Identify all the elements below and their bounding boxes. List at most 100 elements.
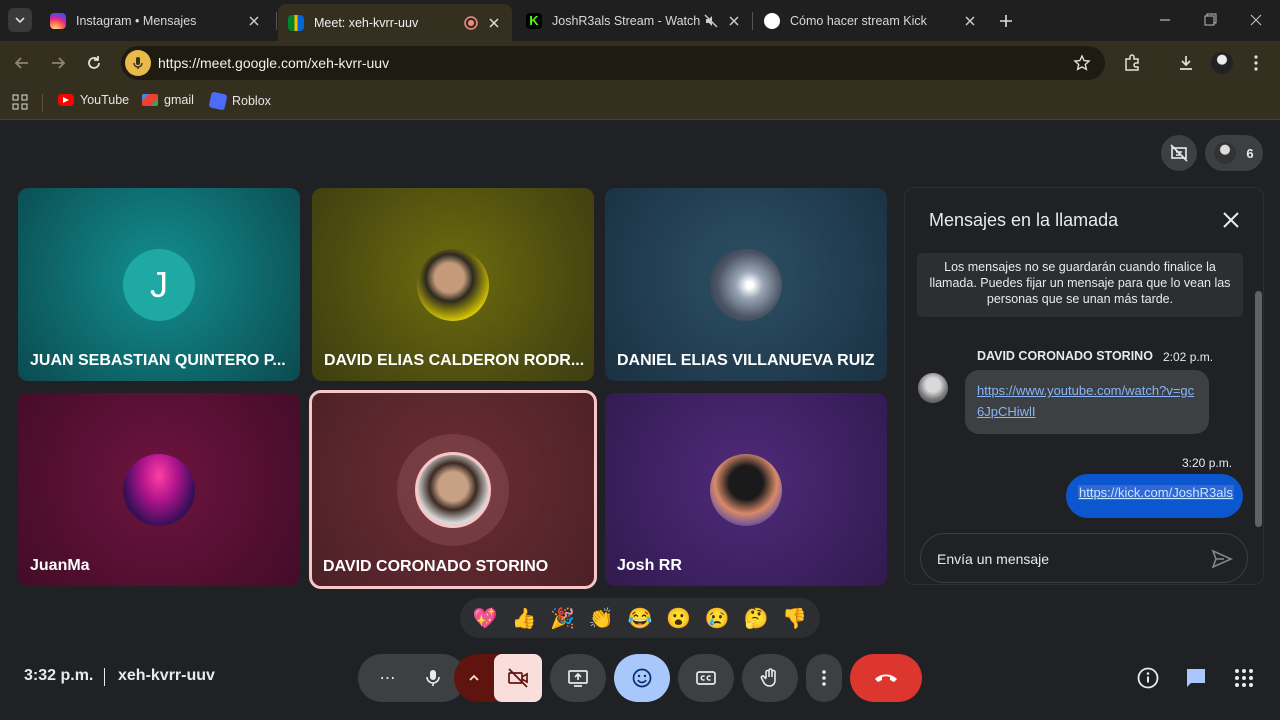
reaction-sad[interactable]: 😢 (702, 606, 732, 631)
minimize-icon[interactable] (1155, 10, 1175, 30)
tab-search-button[interactable] (8, 8, 32, 32)
more-options-button[interactable] (806, 654, 842, 702)
raise-hand-button[interactable] (742, 654, 798, 702)
avatar (710, 249, 782, 321)
restore-icon[interactable] (1200, 10, 1220, 30)
present-screen-button[interactable] (550, 654, 606, 702)
tab-meet[interactable]: Meet: xeh-kvrr-uuv (278, 4, 512, 41)
reaction-clap[interactable]: 👏 (586, 606, 616, 631)
tab-label: JoshR3als Stream - Watch L (552, 13, 700, 28)
profile-button[interactable] (1210, 51, 1234, 75)
camera-toggle-button[interactable] (494, 654, 542, 702)
close-icon[interactable] (962, 13, 978, 29)
participant-name: DAVID ELIAS CALDERON RODR... (324, 352, 585, 369)
reaction-surprised[interactable]: 😮 (664, 606, 694, 631)
reaction-thumbs-down[interactable]: 👎 (780, 606, 810, 631)
tab-kick-stream[interactable]: K JoshR3als Stream - Watch L (516, 4, 752, 37)
muted-speaker-icon[interactable] (704, 14, 718, 28)
bookmark-roblox[interactable]: Roblox (208, 91, 271, 111)
apps-grid-icon[interactable] (12, 94, 28, 110)
participant-tile[interactable]: JuanMa (18, 393, 300, 586)
reload-button[interactable] (82, 51, 106, 75)
downloads-button[interactable] (1174, 51, 1198, 75)
captions-button[interactable] (678, 654, 734, 702)
reaction-thumbs-up[interactable]: 👍 (509, 606, 539, 631)
bookmark-star-icon[interactable] (1073, 54, 1091, 72)
chat-icon[interactable] (1184, 666, 1208, 690)
send-icon[interactable] (1211, 548, 1233, 570)
bookmarks-bar: YouTube gmail Roblox (0, 86, 1280, 120)
camera-settings-button[interactable] (454, 672, 494, 684)
reaction-party[interactable]: 🎉 (548, 606, 578, 631)
participant-tile-active-speaker[interactable]: DAVID CORONADO STORINO (309, 390, 597, 589)
chat-notice: Los mensajes no se guardarán cuando fina… (917, 253, 1243, 317)
participant-tile[interactable]: Josh RR (605, 393, 887, 586)
avatar (417, 249, 489, 321)
instagram-icon (50, 12, 66, 29)
message-link[interactable]: https://kick.com/JoshR3als (1078, 485, 1234, 500)
message-sender: DAVID CORONADO STORINO (977, 349, 1153, 363)
bookmark-youtube[interactable]: YouTube (58, 93, 129, 107)
chevron-up-icon (469, 674, 479, 681)
kick-icon: K (526, 12, 542, 29)
roblox-icon (208, 91, 228, 111)
leave-call-button[interactable] (850, 654, 922, 702)
meeting-details-icon[interactable] (1136, 666, 1160, 690)
chat-scrollbar[interactable] (1255, 291, 1262, 527)
microphone-icon (426, 670, 440, 686)
extensions-button[interactable] (1120, 51, 1144, 75)
microphone-icon (133, 57, 143, 69)
chevron-down-icon (15, 17, 25, 24)
browser-menu-button[interactable] (1244, 51, 1268, 75)
avatar (415, 452, 491, 528)
close-icon[interactable] (726, 13, 742, 29)
closed-captions-icon (696, 671, 716, 685)
chat-message-input[interactable] (937, 548, 1197, 570)
recording-icon (464, 15, 478, 30)
reaction-heart[interactable]: 💖 (470, 606, 500, 631)
url-text: https://meet.google.com/xeh-kvrr-uuv (158, 55, 390, 71)
bookmark-label: Roblox (232, 94, 271, 108)
message-time: 3:20 p.m. (1182, 456, 1233, 470)
browser-tabstrip: Instagram • Mensajes Meet: xeh-kvrr-uuv … (0, 0, 1280, 41)
divider (104, 668, 105, 686)
site-info-button[interactable] (125, 50, 151, 76)
participant-tile[interactable]: DAVID ELIAS CALDERON RODR... (312, 188, 594, 381)
arrow-right-icon (52, 57, 66, 69)
hand-icon (760, 668, 776, 687)
hidden-video-icon (1170, 144, 1188, 162)
bookmark-label: YouTube (80, 93, 130, 107)
avatar (710, 454, 782, 526)
tab-kick-howto[interactable]: Cómo hacer stream Kick (754, 4, 988, 37)
chat-input-box (920, 533, 1248, 583)
close-window-icon[interactable] (1246, 10, 1266, 30)
meet-call-area: 6 J JUAN SEBASTIAN QUINTERO P... DAVID E… (0, 121, 1280, 720)
reaction-thinking[interactable]: 🤔 (741, 606, 771, 631)
current-time: 3:32 p.m. (24, 667, 94, 684)
participant-tile[interactable]: DANIEL ELIAS VILLANUEVA RUIZ (605, 188, 887, 381)
bookmark-separator (42, 94, 43, 112)
activities-grid-icon[interactable] (1232, 666, 1256, 690)
close-icon[interactable] (1220, 209, 1242, 231)
close-icon[interactable] (486, 15, 502, 31)
message-link[interactable]: https://www.youtube.com/watch?v=gc6JpCHi… (977, 383, 1194, 419)
address-bar[interactable]: https://meet.google.com/xeh-kvrr-uuv (121, 46, 1105, 80)
participant-tile[interactable]: J JUAN SEBASTIAN QUINTERO P... (18, 188, 300, 381)
emoji-icon (632, 668, 652, 688)
new-tab-icon[interactable] (997, 12, 1015, 30)
tab-instagram[interactable]: Instagram • Mensajes (40, 4, 272, 37)
participants-count-button[interactable]: 6 (1205, 135, 1263, 171)
reactions-button[interactable] (614, 654, 670, 702)
participant-name: Josh RR (617, 557, 682, 574)
close-icon[interactable] (246, 13, 262, 29)
microphone-button[interactable] (409, 654, 457, 702)
back-button[interactable] (10, 51, 34, 75)
audio-settings-button[interactable]: ⋯ (367, 668, 409, 688)
profile-avatar (1211, 52, 1233, 74)
hide-tiles-button[interactable] (1161, 135, 1197, 171)
participant-name: DAVID CORONADO STORINO (323, 558, 549, 575)
reaction-laugh[interactable]: 😂 (625, 606, 655, 631)
participant-name: JuanMa (30, 557, 90, 574)
bookmark-gmail[interactable]: gmail (142, 93, 194, 107)
forward-button[interactable] (46, 51, 70, 75)
